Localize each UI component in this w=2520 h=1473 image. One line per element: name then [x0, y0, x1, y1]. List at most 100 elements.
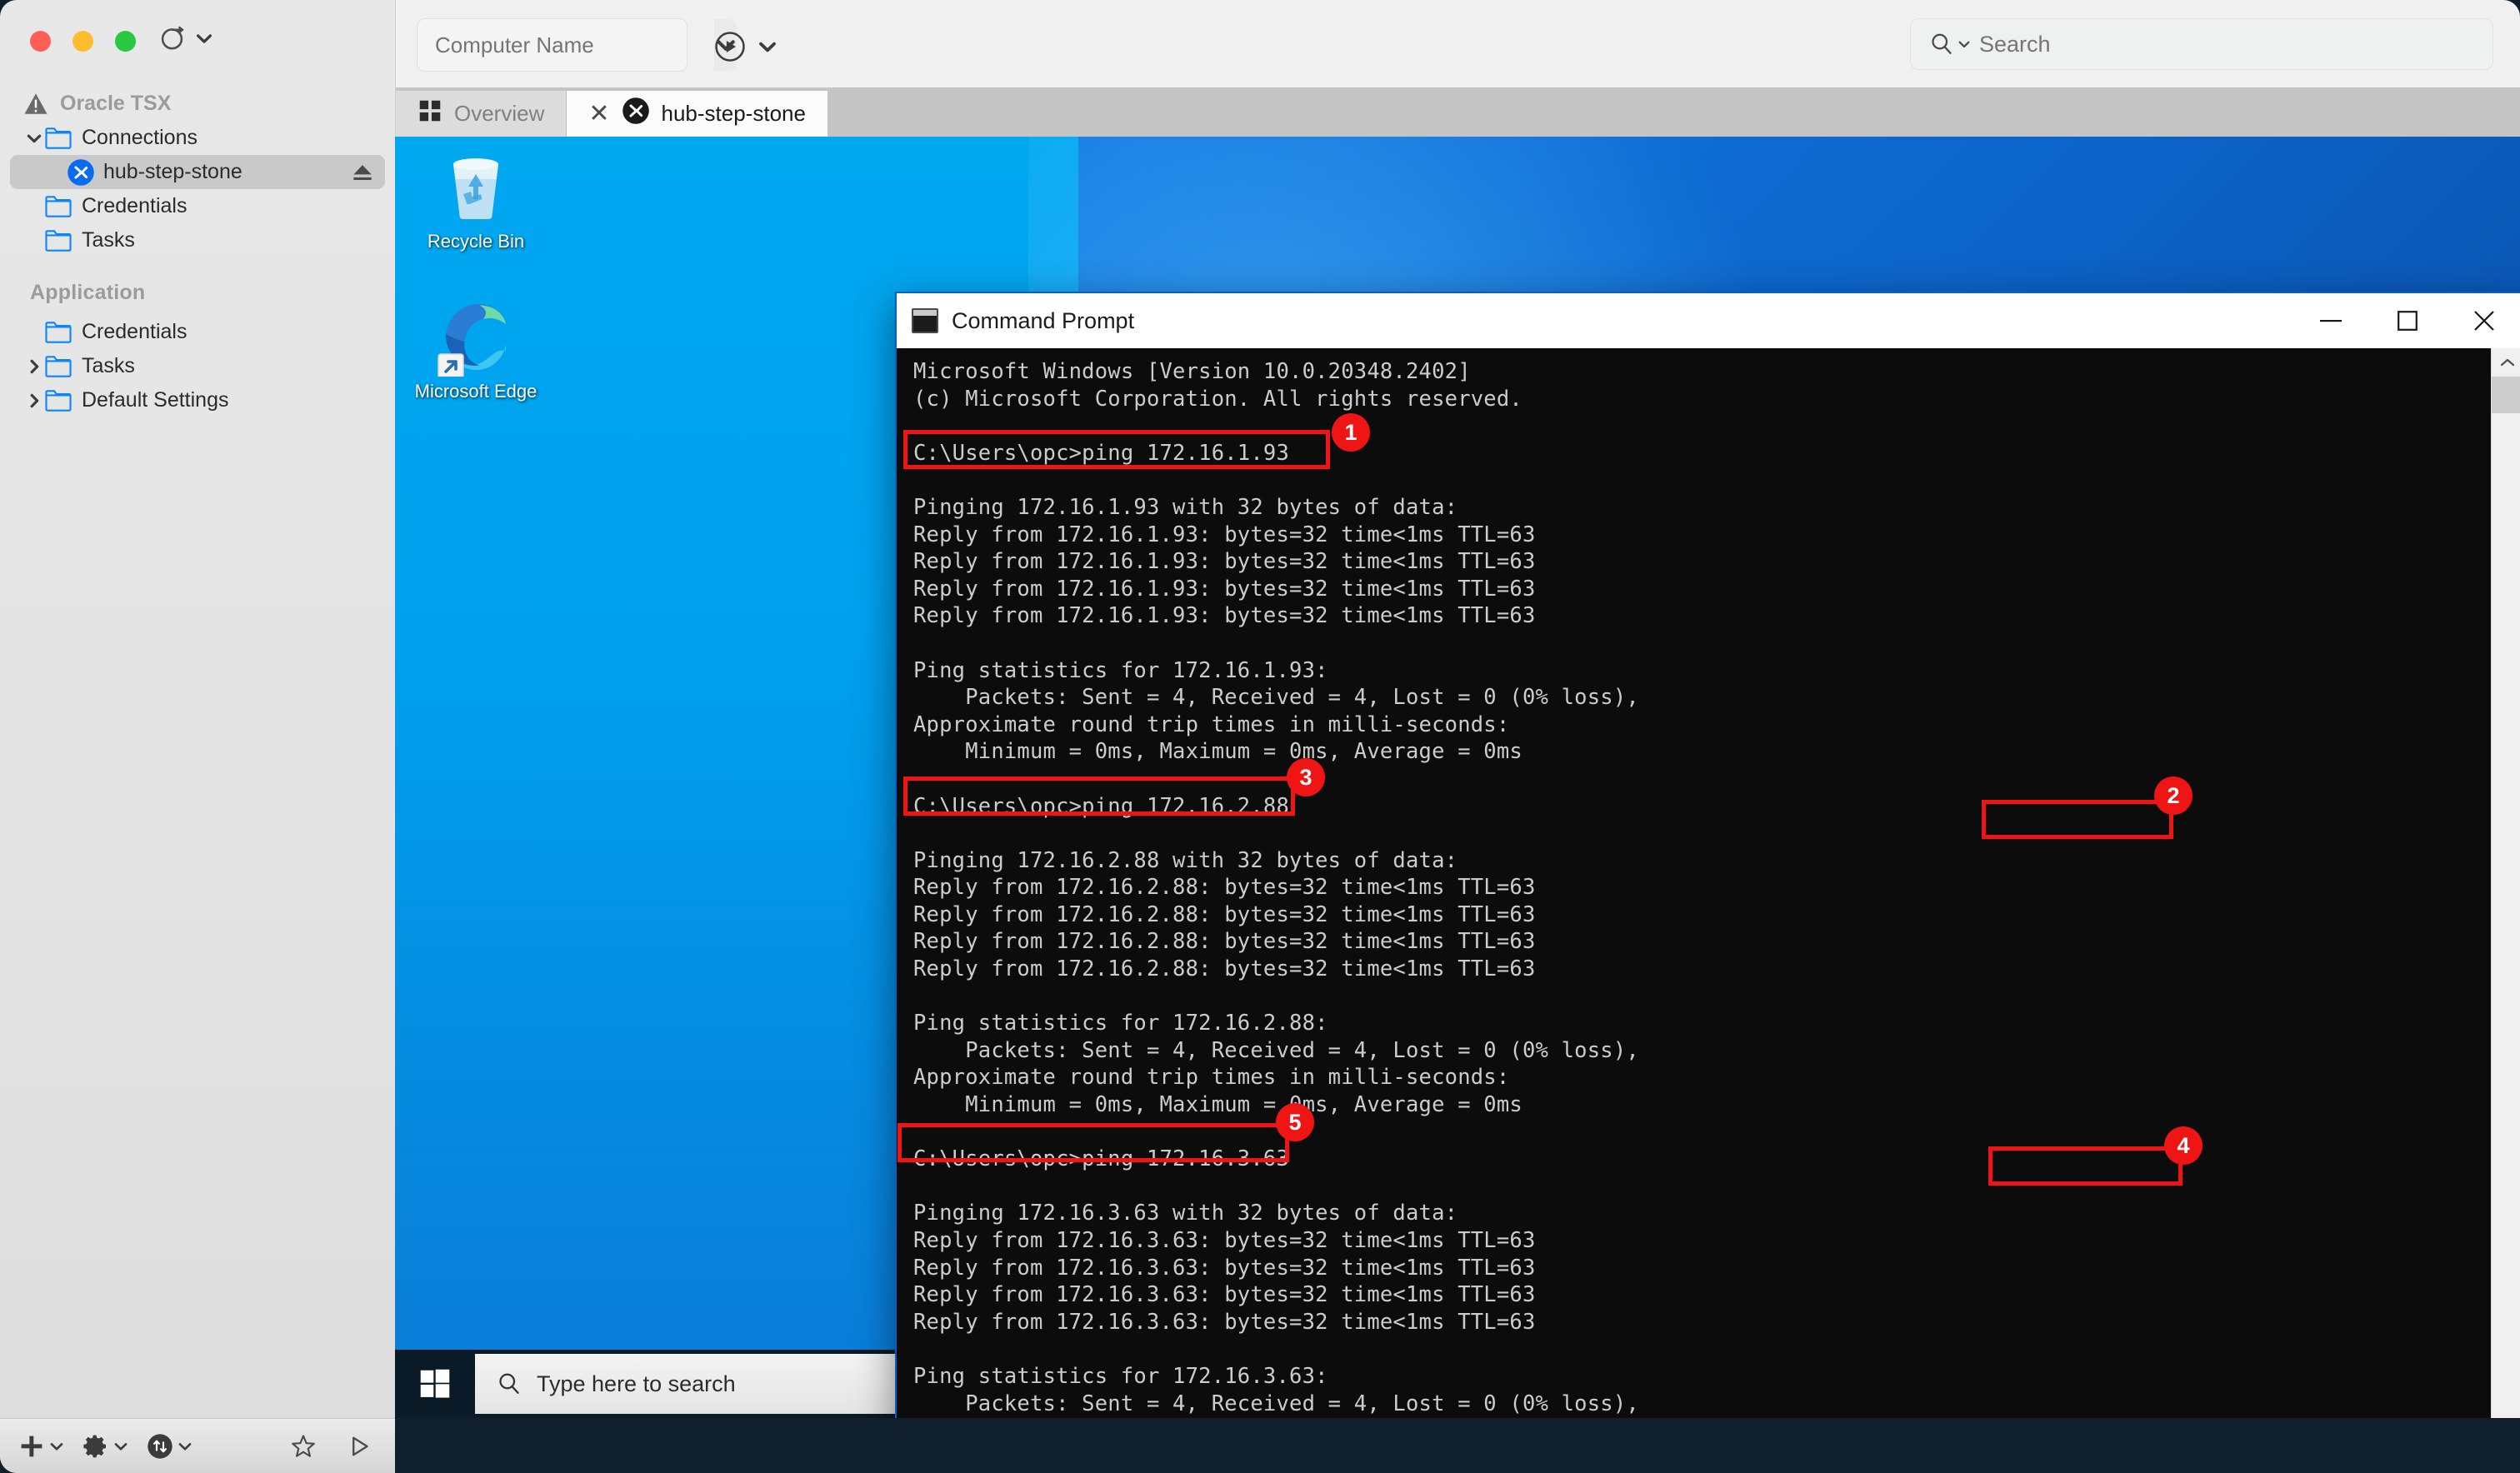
- sidebar-item-default-settings[interactable]: Default Settings: [10, 383, 385, 417]
- folder-icon: [45, 322, 73, 343]
- connect-button-group[interactable]: [714, 31, 778, 62]
- chevron-down-icon[interactable]: [23, 130, 45, 147]
- sidebar-item-app-credentials[interactable]: Credentials: [10, 315, 385, 349]
- chevron-down-icon: [178, 1439, 192, 1454]
- close-button[interactable]: [2446, 293, 2520, 348]
- scrollbar-thumb[interactable]: [2492, 377, 2520, 413]
- sidebar-section-application: Application: [30, 281, 145, 305]
- computer-name-combobox[interactable]: [417, 18, 688, 72]
- scroll-up-button[interactable]: [2492, 348, 2520, 377]
- command-prompt-titlebar[interactable]: Command Prompt: [897, 293, 2520, 348]
- minimize-window-button[interactable]: [72, 31, 93, 52]
- desktop-icon-recycle-bin[interactable]: Recycle Bin: [413, 147, 538, 252]
- search-input[interactable]: [1979, 32, 2492, 57]
- sidebar-item-tasks-label: Tasks: [82, 228, 135, 252]
- sidebar-item-default-settings-label: Default Settings: [82, 388, 229, 412]
- tab-hub-step-stone[interactable]: ✕ hub-step-stone: [567, 91, 828, 137]
- sidebar-group-connections-label: Connections: [82, 126, 198, 150]
- maximize-window-button[interactable]: [115, 31, 136, 52]
- gear-icon: [82, 1433, 109, 1460]
- sidebar-group-connections[interactable]: Connections: [10, 121, 385, 155]
- chevron-down-icon: [113, 1439, 128, 1454]
- command-prompt-body[interactable]: Microsoft Windows [Version 10.0.20348.24…: [897, 348, 2520, 1418]
- computer-name-input[interactable]: [418, 32, 714, 58]
- window-traffic-lights[interactable]: [30, 31, 136, 52]
- tab-overview-label: Overview: [454, 101, 544, 127]
- refresh-circle-icon: [158, 23, 188, 53]
- desktop-icon-microsoft-edge-label: Microsoft Edge: [413, 381, 538, 402]
- sidebar-bottom-toolbar: [0, 1418, 395, 1473]
- search-icon: [497, 1371, 522, 1396]
- eject-icon[interactable]: [352, 162, 373, 182]
- annotation-badge-2: 2: [2154, 776, 2192, 815]
- close-icon: [2473, 310, 2495, 332]
- sidebar-item-app-tasks[interactable]: Tasks: [10, 349, 385, 383]
- minimize-button[interactable]: [2292, 293, 2369, 348]
- command-prompt-scrollbar[interactable]: [2491, 348, 2520, 1418]
- sidebar-item-hub-step-stone-label: hub-step-stone: [103, 160, 242, 184]
- chevron-down-icon[interactable]: [758, 37, 778, 57]
- sidebar-header-label: Oracle TSX: [60, 92, 171, 116]
- refresh-dropdown-button[interactable]: [158, 23, 213, 53]
- top-toolbar: [395, 0, 2520, 87]
- minimize-icon: [2320, 319, 2342, 322]
- sidebar-item-tasks[interactable]: Tasks: [10, 223, 385, 257]
- tab-strip: Overview ✕ hub-step-stone: [395, 87, 2520, 137]
- command-prompt-window-controls: [2292, 293, 2520, 348]
- updown-arrows-icon: [147, 1433, 173, 1460]
- command-prompt-window[interactable]: Command Prompt Microsoft Windows [Versio…: [895, 292, 2520, 1418]
- chevron-right-icon[interactable]: [23, 358, 45, 375]
- search-icon: [1929, 32, 1954, 57]
- tab-hub-step-stone-label: hub-step-stone: [662, 101, 806, 127]
- file-transfer-button[interactable]: [147, 1433, 192, 1460]
- chevron-down-icon[interactable]: [1958, 37, 1971, 51]
- folder-icon: [45, 230, 73, 252]
- command-prompt-lines: Microsoft Windows [Version 10.0.20348.24…: [913, 359, 1639, 1418]
- settings-button[interactable]: [82, 1433, 128, 1460]
- sidebar-item-app-credentials-label: Credentials: [82, 320, 187, 344]
- grid-icon: [418, 98, 442, 129]
- play-circle-icon[interactable]: [714, 31, 746, 62]
- sidebar-item-app-tasks-label: Tasks: [82, 354, 135, 378]
- annotation-badge-5: 5: [1276, 1103, 1314, 1141]
- recycle-bin-icon: [436, 147, 516, 227]
- annotation-badge-3: 3: [1287, 758, 1325, 796]
- desktop-icon-microsoft-edge[interactable]: Microsoft Edge: [413, 297, 538, 402]
- close-window-button[interactable]: [30, 31, 51, 52]
- annotation-badge-4: 4: [2164, 1126, 2202, 1165]
- desktop-icon-recycle-bin-label: Recycle Bin: [413, 231, 538, 252]
- play-triangle-icon[interactable]: [347, 1434, 372, 1459]
- maximize-icon: [2398, 311, 2418, 331]
- command-prompt-output[interactable]: Microsoft Windows [Version 10.0.20348.24…: [897, 348, 2491, 1418]
- rdp-connection-icon: [622, 97, 650, 131]
- folder-icon: [45, 127, 73, 149]
- windows-search-placeholder: Type here to search: [537, 1371, 736, 1397]
- macos-rdp-client-window: Oracle TSX Connections: [0, 0, 2520, 1473]
- chevron-down-icon: [49, 1439, 64, 1454]
- sidebar-item-credentials[interactable]: Credentials: [10, 189, 385, 223]
- search-box[interactable]: [1910, 18, 2493, 70]
- annotation-badge-1: 1: [1332, 413, 1370, 452]
- maximize-button[interactable]: [2369, 293, 2446, 348]
- sidebar-header-oracle-tsx[interactable]: Oracle TSX: [10, 87, 385, 121]
- remote-desktop-canvas[interactable]: Recycle Bin Microsoft Edge More Capture …: [395, 137, 2520, 1418]
- tab-overview[interactable]: Overview: [396, 91, 567, 137]
- folder-icon: [45, 390, 73, 412]
- command-prompt-title: Command Prompt: [952, 308, 1134, 334]
- warning-triangle-icon: [23, 92, 52, 115]
- windows-start-button[interactable]: [395, 1350, 475, 1418]
- sidebar: Oracle TSX Connections: [0, 0, 395, 1473]
- command-prompt-icon: [912, 308, 938, 333]
- edge-icon: [436, 297, 516, 377]
- folder-icon: [45, 196, 73, 217]
- sidebar-item-credentials-label: Credentials: [82, 194, 187, 218]
- add-connection-button[interactable]: [18, 1433, 64, 1460]
- rdp-connection-icon: [67, 158, 95, 187]
- sidebar-item-hub-step-stone[interactable]: hub-step-stone: [10, 155, 385, 189]
- plus-icon: [18, 1433, 45, 1460]
- star-icon[interactable]: [290, 1433, 317, 1460]
- folder-icon: [45, 356, 73, 377]
- close-icon[interactable]: ✕: [588, 102, 609, 127]
- chevron-right-icon[interactable]: [23, 392, 45, 409]
- chevron-up-icon: [2500, 357, 2515, 367]
